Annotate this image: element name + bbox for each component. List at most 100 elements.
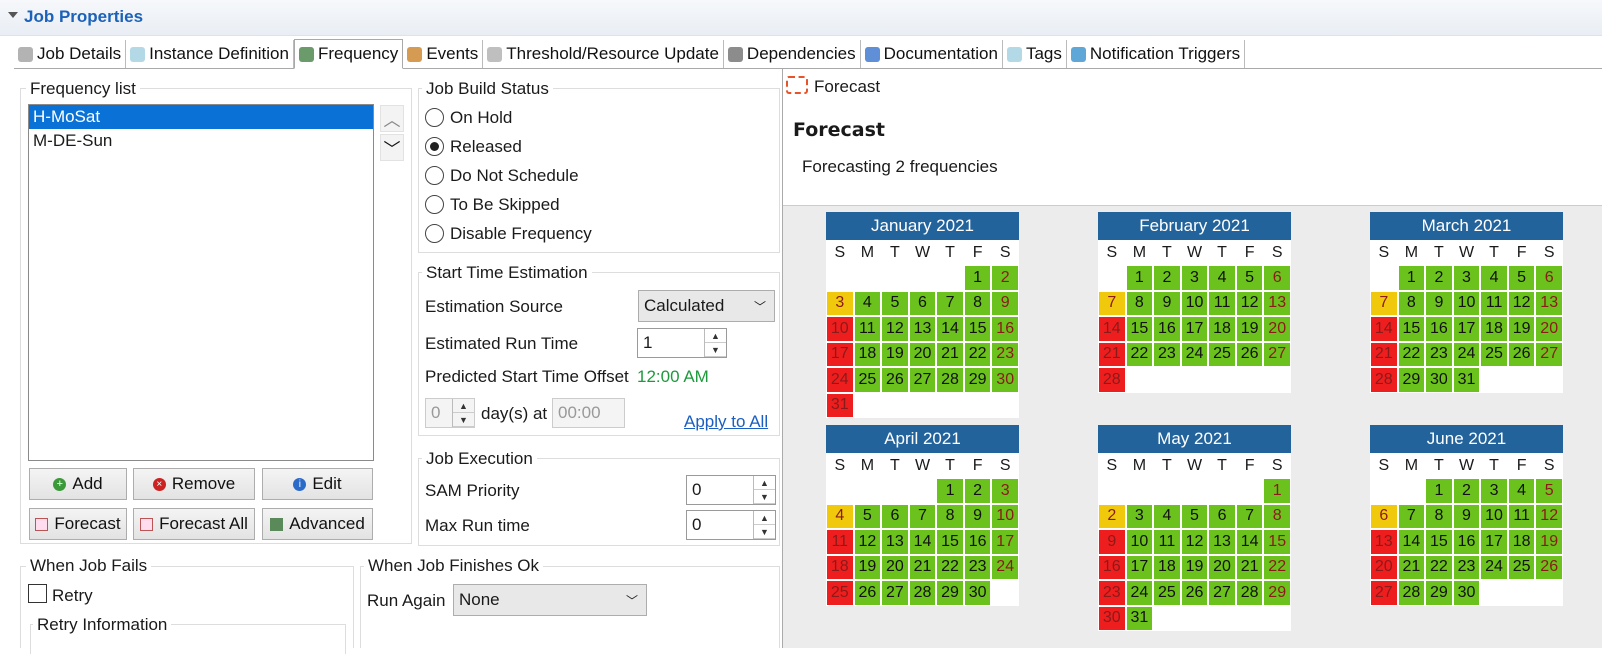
day-cell[interactable]: 16 (1452, 529, 1481, 555)
tab-job-details[interactable]: Job Details (14, 40, 127, 68)
day-cell[interactable]: 27 (908, 367, 937, 393)
day-cell[interactable]: 11 (1208, 290, 1236, 316)
day-cell[interactable]: 27 (881, 580, 909, 606)
day-cell[interactable]: 3 (991, 478, 1019, 504)
retry-checkbox[interactable] (28, 584, 47, 603)
tab-frequency[interactable]: Frequency (293, 39, 404, 69)
day-cell[interactable]: 21 (908, 554, 937, 580)
radio-circle[interactable] (425, 224, 444, 243)
day-cell[interactable]: 2 (1452, 478, 1481, 504)
apply-to-all-link[interactable]: Apply to All (684, 412, 768, 432)
day-cell[interactable]: 6 (1535, 265, 1563, 291)
day-cell[interactable]: 15 (1397, 316, 1426, 342)
day-cell[interactable]: 12 (1507, 290, 1536, 316)
tab-events[interactable]: Events (403, 40, 484, 68)
day-cell[interactable]: 12 (1235, 290, 1264, 316)
day-cell[interactable]: 7 (908, 503, 937, 529)
day-cell[interactable]: 6 (1208, 503, 1236, 529)
day-cell[interactable]: 18 (826, 554, 854, 580)
day-cell[interactable]: 8 (1397, 290, 1426, 316)
collapse-caret-icon[interactable] (8, 12, 18, 18)
day-cell[interactable]: 19 (1180, 554, 1209, 580)
day-cell[interactable]: 8 (1263, 503, 1291, 529)
day-cell[interactable]: 5 (853, 503, 882, 529)
day-cell[interactable]: 12 (1180, 529, 1209, 555)
day-cell[interactable]: 21 (1370, 341, 1398, 367)
day-cell[interactable]: 21 (1235, 554, 1264, 580)
day-cell[interactable]: 3 (1452, 265, 1481, 291)
day-cell[interactable]: 27 (1535, 341, 1563, 367)
day-cell[interactable]: 25 (853, 367, 882, 393)
day-cell[interactable]: 2 (991, 265, 1019, 291)
day-cell[interactable]: 14 (1098, 316, 1126, 342)
day-cell[interactable]: 7 (936, 290, 964, 316)
day-cell[interactable]: 9 (963, 503, 992, 529)
day-cell[interactable]: 13 (1370, 529, 1398, 555)
day-cell[interactable]: 17 (1480, 529, 1508, 555)
day-cell[interactable]: 2 (1153, 265, 1181, 291)
day-cell[interactable]: 4 (1153, 503, 1181, 529)
day-cell[interactable]: 9 (1098, 529, 1126, 555)
day-cell[interactable]: 14 (936, 316, 964, 342)
day-cell[interactable]: 4 (1480, 265, 1508, 291)
day-cell[interactable]: 24 (826, 367, 854, 393)
day-cell[interactable]: 2 (1425, 265, 1453, 291)
day-cell[interactable]: 1 (963, 265, 992, 291)
day-cell[interactable]: 13 (1208, 529, 1236, 555)
estimation-source-select[interactable]: Calculated ﹀ (638, 290, 775, 322)
day-cell[interactable]: 16 (1153, 316, 1181, 342)
day-cell[interactable]: 28 (936, 367, 964, 393)
day-cell[interactable]: 7 (1098, 290, 1126, 316)
day-cell[interactable]: 27 (1370, 580, 1398, 606)
day-cell[interactable]: 29 (1425, 580, 1453, 606)
day-cell[interactable]: 19 (881, 341, 909, 367)
day-cell[interactable]: 8 (1425, 503, 1453, 529)
day-cell[interactable]: 30 (1425, 367, 1453, 393)
day-cell[interactable]: 7 (1235, 503, 1264, 529)
day-cell[interactable]: 25 (1208, 341, 1236, 367)
day-cell[interactable]: 18 (853, 341, 882, 367)
tab-instance-definition[interactable]: Instance Definition (126, 40, 294, 68)
day-cell[interactable]: 23 (1425, 341, 1453, 367)
day-cell[interactable]: 5 (1180, 503, 1209, 529)
day-cell[interactable]: 23 (1452, 554, 1481, 580)
day-cell[interactable]: 1 (1125, 265, 1154, 291)
day-cell[interactable]: 11 (853, 316, 882, 342)
day-cell[interactable]: 16 (1098, 554, 1126, 580)
day-cell[interactable]: 10 (826, 316, 854, 342)
day-cell[interactable]: 26 (881, 367, 909, 393)
day-cell[interactable]: 14 (1397, 529, 1426, 555)
day-cell[interactable]: 21 (936, 341, 964, 367)
day-cell[interactable]: 30 (1098, 605, 1126, 631)
day-cell[interactable]: 20 (1208, 554, 1236, 580)
day-cell[interactable]: 18 (1507, 529, 1536, 555)
day-cell[interactable]: 19 (1507, 316, 1536, 342)
day-cell[interactable]: 22 (1425, 554, 1453, 580)
day-cell[interactable]: 27 (1208, 580, 1236, 606)
day-cell[interactable]: 17 (826, 341, 854, 367)
forecast-all-button[interactable]: Forecast All (133, 508, 255, 540)
radio-on-hold[interactable]: On Hold (425, 103, 765, 132)
day-cell[interactable]: 30 (991, 367, 1019, 393)
day-cell[interactable]: 6 (881, 503, 909, 529)
tab-dependencies[interactable]: Dependencies (724, 40, 861, 68)
day-cell[interactable]: 22 (1263, 554, 1291, 580)
day-cell[interactable]: 27 (1263, 341, 1291, 367)
day-cell[interactable]: 28 (1235, 580, 1264, 606)
day-cell[interactable]: 10 (1452, 290, 1481, 316)
day-cell[interactable]: 22 (936, 554, 964, 580)
day-cell[interactable]: 5 (881, 290, 909, 316)
day-cell[interactable]: 1 (1263, 478, 1291, 504)
day-cell[interactable]: 14 (1370, 316, 1398, 342)
day-cell[interactable]: 20 (881, 554, 909, 580)
day-cell[interactable]: 31 (826, 392, 854, 418)
day-cell[interactable]: 10 (1480, 503, 1508, 529)
day-cell[interactable]: 7 (1370, 290, 1398, 316)
day-cell[interactable]: 4 (1507, 478, 1536, 504)
scroll-up-button[interactable]: ︿ (380, 105, 404, 132)
day-cell[interactable]: 13 (1535, 290, 1563, 316)
day-cell[interactable]: 22 (1397, 341, 1426, 367)
day-cell[interactable]: 14 (1235, 529, 1264, 555)
day-cell[interactable]: 23 (963, 554, 992, 580)
day-cell[interactable]: 9 (1425, 290, 1453, 316)
